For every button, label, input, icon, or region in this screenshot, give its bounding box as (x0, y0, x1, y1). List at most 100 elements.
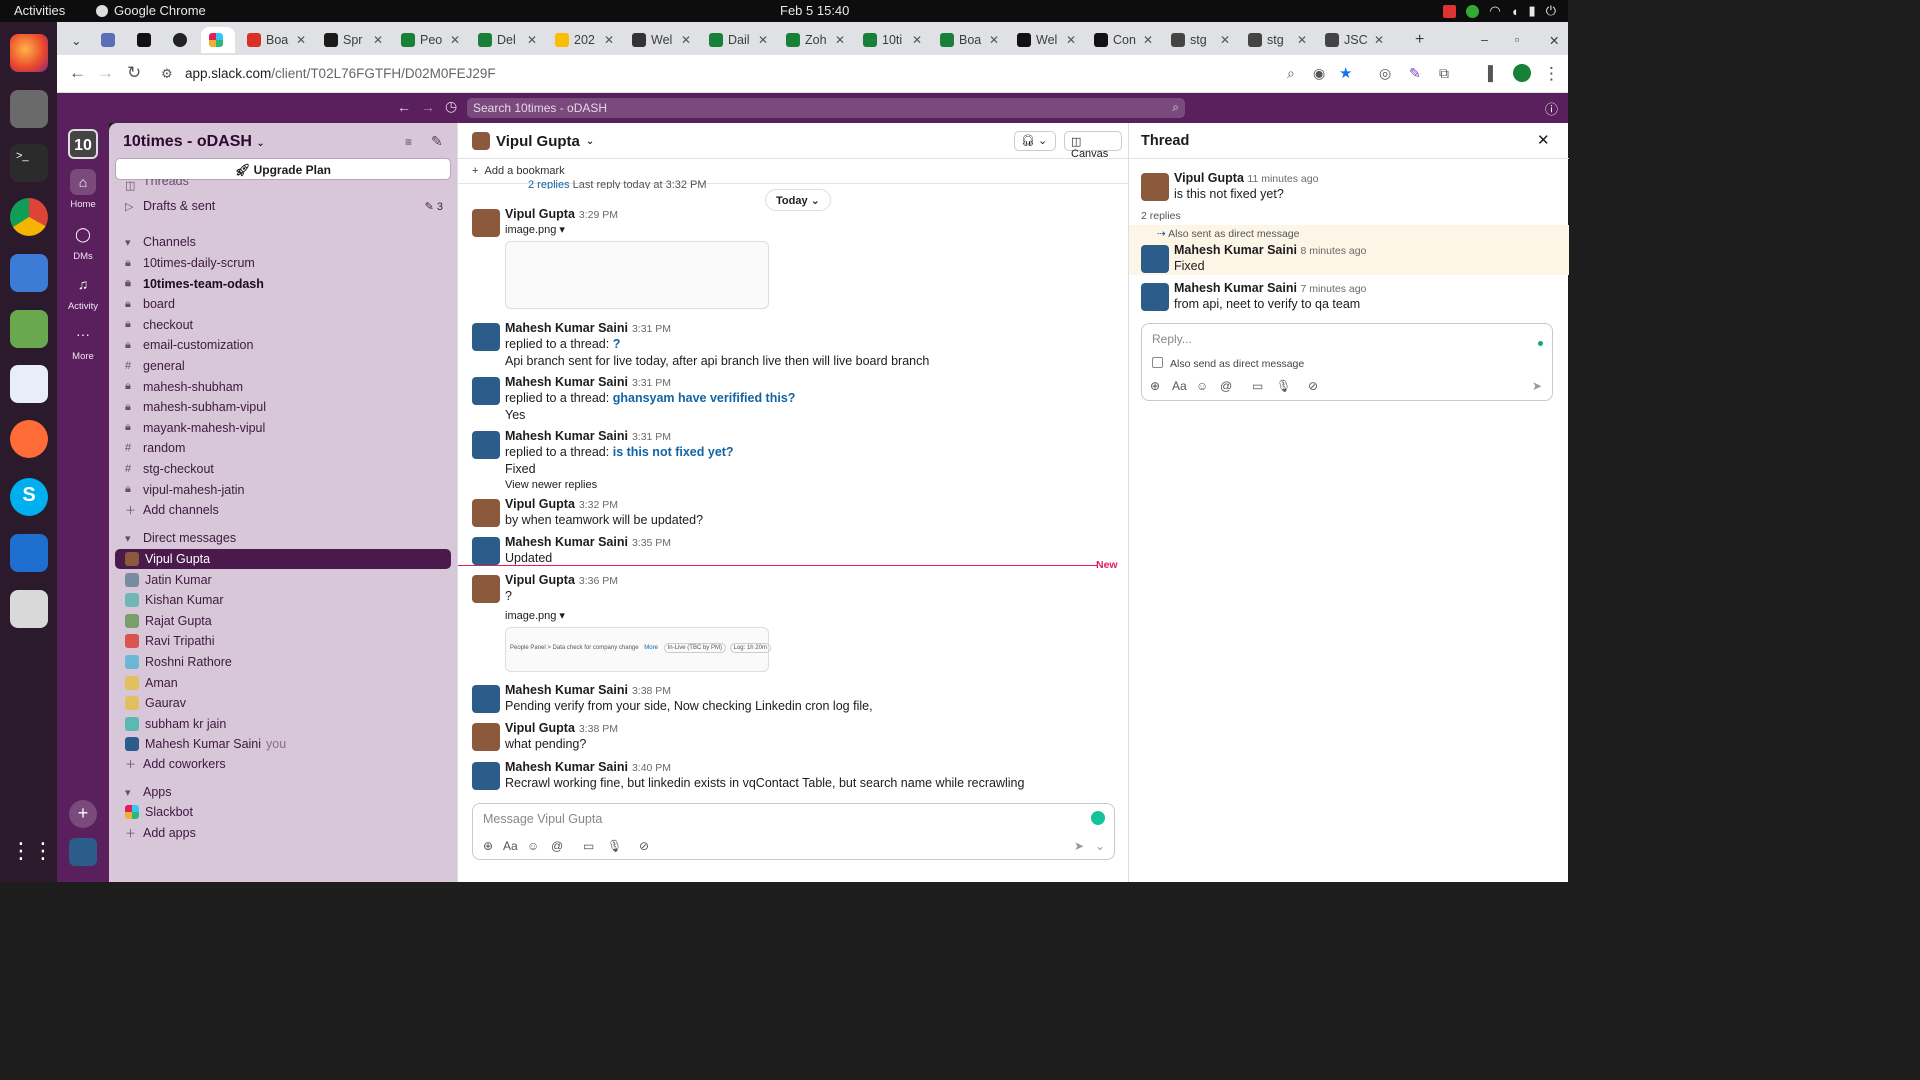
pen-extension-icon[interactable]: ✎ (1409, 65, 1421, 82)
tab-search-button[interactable]: ⌄ (63, 27, 87, 53)
author-name[interactable]: Vipul Gupta 3:36 PM (505, 573, 618, 587)
sidebar-channel-item[interactable]: # random (115, 438, 451, 458)
plus-icon[interactable]: ⊕ (483, 839, 493, 853)
reload-button[interactable]: ↻ (127, 63, 141, 83)
message-time[interactable]: 3:35 PM (632, 537, 671, 549)
add-channels-button[interactable]: ＋ Add channels (115, 500, 451, 520)
shortcut-icon[interactable]: ⊘ (639, 839, 649, 853)
message-time[interactable]: 3:38 PM (632, 685, 671, 697)
format-icon[interactable]: Aa (1172, 379, 1187, 393)
sidebar-channel-item[interactable]: 🔒︎ vipul-mahesh-jatin (115, 480, 451, 500)
clock[interactable]: Feb 5 15:40 (780, 3, 849, 18)
compose-icon[interactable]: ✎ (431, 133, 443, 150)
site-info-icon[interactable]: ⚙ (161, 66, 173, 82)
sidebar-dm-item[interactable]: subham kr jain (115, 714, 451, 734)
author-name[interactable]: Mahesh Kumar Saini 7 minutes ago (1174, 281, 1366, 295)
channels-section-header[interactable]: ▾ Channels (115, 232, 451, 252)
rail-home[interactable]: ⌂ Home (57, 169, 109, 210)
recording-icon[interactable] (1443, 4, 1457, 18)
author-name[interactable]: Mahesh Kumar Saini 8 minutes ago (1174, 243, 1366, 257)
tab-item[interactable]: 10ti ✕ (855, 27, 928, 53)
send-button[interactable]: ➤ (1532, 379, 1542, 393)
message-time[interactable]: 3:31 PM (632, 377, 671, 389)
tab-item[interactable]: Wel ✕ (1009, 27, 1082, 53)
tab-slack-active[interactable] (201, 27, 235, 53)
thread-link[interactable]: ghansyam have verifified this? (613, 391, 796, 405)
author-name[interactable]: Mahesh Kumar Saini 3:31 PM (505, 375, 671, 389)
shortcut-icon[interactable]: ⊘ (1308, 379, 1318, 393)
tab-close-icon[interactable]: ✕ (450, 33, 460, 47)
user-avatar[interactable] (69, 838, 97, 866)
message-time[interactable]: 3:32 PM (579, 499, 618, 511)
view-newer-replies-link[interactable]: View newer replies (505, 479, 597, 491)
prior-thread-summary[interactable]: 2 replies Last reply today at 3:32 PM (528, 179, 707, 189)
mention-icon[interactable]: @ (1220, 379, 1232, 393)
thread-link[interactable]: is this not fixed yet? (613, 445, 734, 459)
address-bar[interactable]: app.slack.com/client/T02L76FGTFH/D02M0FE… (185, 66, 496, 81)
volume-icon[interactable]: ◖ (1511, 4, 1519, 19)
author-name[interactable]: Vipul Gupta 3:29 PM (505, 207, 618, 221)
sidebar-channel-item[interactable]: 🔒︎ board (115, 294, 451, 314)
rail-dms[interactable]: ◯ DMs (57, 221, 109, 263)
author-name[interactable]: Mahesh Kumar Saini 3:31 PM (505, 429, 671, 443)
history-clock-icon[interactable]: ◷ (445, 98, 457, 115)
mic-icon[interactable]: 🎙︎ (1276, 379, 1291, 393)
tab-close-icon[interactable]: ✕ (1220, 33, 1230, 47)
history-back-icon[interactable]: ← (397, 99, 411, 115)
thread-reply-composer[interactable]: Reply... Also send as direct message ⊕ A… (1141, 323, 1553, 401)
chrome-menu-icon[interactable]: ⋮ (1543, 64, 1560, 84)
sidebar-dm-item[interactable]: Roshni Rathore (115, 652, 451, 672)
also-send-checkbox[interactable] (1152, 357, 1163, 368)
emoji-icon[interactable]: ☺ (527, 839, 539, 853)
image-attachment[interactable] (505, 241, 769, 309)
help-icon[interactable]: ⓘ (1545, 99, 1558, 118)
zoom-icon[interactable]: ⌕ (1287, 65, 1295, 82)
tab-close-icon[interactable]: ✕ (1297, 33, 1307, 47)
tab-item[interactable]: Dail ✕ (701, 27, 774, 53)
composer-input[interactable]: Message Vipul Gupta (483, 812, 602, 826)
tab-close-icon[interactable]: ✕ (912, 33, 922, 47)
message-time[interactable]: 3:31 PM (632, 323, 671, 335)
sidebar-slackbot[interactable]: Slackbot (115, 802, 451, 822)
message-time[interactable]: 3:38 PM (579, 723, 618, 735)
sidebar-channel-item[interactable]: 🔒︎ mahesh-shubham (115, 377, 451, 397)
workspace-name[interactable]: 10times - oDASH ⌄ (123, 133, 265, 151)
bookmark-star-icon[interactable]: ★ (1339, 64, 1352, 82)
filter-icon[interactable]: ≡ (405, 135, 412, 149)
minimize-button[interactable]: – (1473, 27, 1495, 53)
create-new-button[interactable]: + (69, 800, 97, 828)
sidebar-channel-item[interactable]: 🔒︎ 10times-team-odash (115, 274, 451, 294)
tab-pinned-github[interactable] (165, 27, 195, 53)
active-app[interactable]: Google Chrome (96, 3, 206, 18)
sidebar-channel-item[interactable]: 🔒︎ 10times-daily-scrum (115, 253, 451, 273)
extensions-puzzle-icon[interactable]: ⧉ (1439, 65, 1449, 82)
apps-section-header[interactable]: ▾ Apps (115, 782, 451, 802)
tab-close-icon[interactable]: ✕ (758, 33, 768, 47)
tab-pinned-2[interactable] (129, 27, 159, 53)
sidebar-channel-item[interactable]: 🔒︎ mayank-mahesh-vipul (115, 418, 451, 438)
sidebar-channel-item[interactable]: 🔒︎ checkout (115, 315, 451, 335)
sidebar-dm-item[interactable]: Gaurav (115, 693, 451, 713)
tab-item[interactable]: Spr ✕ (316, 27, 389, 53)
sidebar-dm-item[interactable]: Kishan Kumar (115, 590, 451, 610)
tab-close-icon[interactable]: ✕ (527, 33, 537, 47)
sidebar-drafts[interactable]: ▷ Drafts & sent ✎ 3 (115, 196, 451, 216)
video-icon[interactable]: ▭ (583, 839, 594, 853)
postman-icon[interactable] (10, 420, 48, 458)
tab-item[interactable]: Con ✕ (1086, 27, 1159, 53)
file-name[interactable]: image.png ▾ (505, 223, 565, 236)
tab-close-icon[interactable]: ✕ (681, 33, 691, 47)
send-options-icon[interactable]: ⌄ (1095, 839, 1105, 853)
emoji-icon[interactable]: ☺ (1196, 379, 1208, 393)
author-name[interactable]: Mahesh Kumar Saini 3:35 PM (505, 535, 671, 549)
author-name[interactable]: Mahesh Kumar Saini 3:40 PM (505, 760, 671, 774)
format-icon[interactable]: Aa (503, 839, 518, 853)
conversation-title[interactable]: Vipul Gupta ⌄ (472, 132, 594, 150)
activities-button[interactable]: Activities (14, 3, 65, 18)
sidebar-dm-item[interactable]: Vipul Gupta (115, 549, 451, 569)
huddle-button[interactable]: 🎧︎ ⌄ (1014, 131, 1056, 151)
system-tray[interactable]: ◠ ◖ ▮ ⏻ (1443, 3, 1556, 19)
wifi-icon[interactable]: ◠ (1489, 3, 1500, 19)
sidebar-channel-item[interactable]: 🔒︎ mahesh-subham-vipul (115, 397, 451, 417)
sidebar-dm-item[interactable]: Rajat Gupta (115, 611, 451, 631)
